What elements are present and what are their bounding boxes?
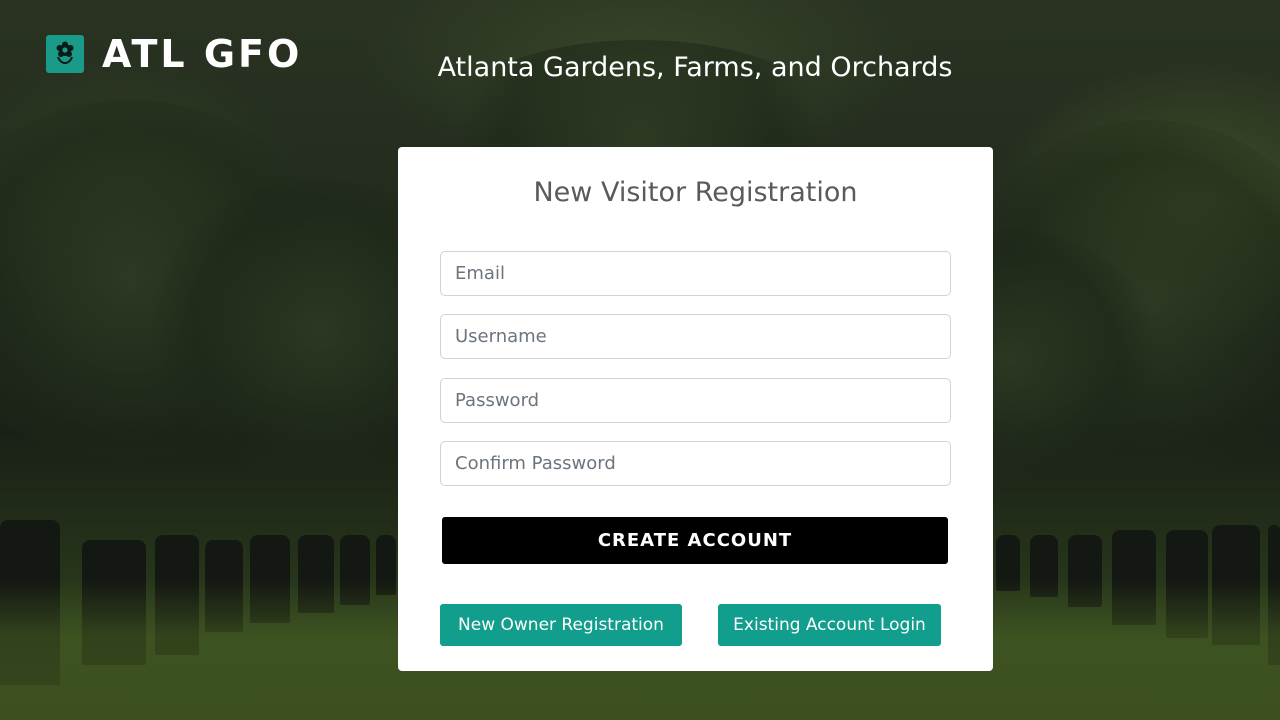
new-owner-registration-button[interactable]: New Owner Registration [440, 604, 682, 646]
registration-card: New Visitor Registration CREATE ACCOUNT … [398, 147, 993, 671]
email-field[interactable] [440, 251, 951, 296]
site-tagline: Atlanta Gardens, Farms, and Orchards [437, 52, 953, 83]
existing-account-login-button[interactable]: Existing Account Login [718, 604, 941, 646]
form-title: New Visitor Registration [533, 177, 858, 208]
password-field[interactable] [440, 378, 951, 423]
create-account-button[interactable]: CREATE ACCOUNT [442, 517, 948, 564]
username-field[interactable] [440, 314, 951, 359]
confirm-password-field[interactable] [440, 441, 951, 486]
